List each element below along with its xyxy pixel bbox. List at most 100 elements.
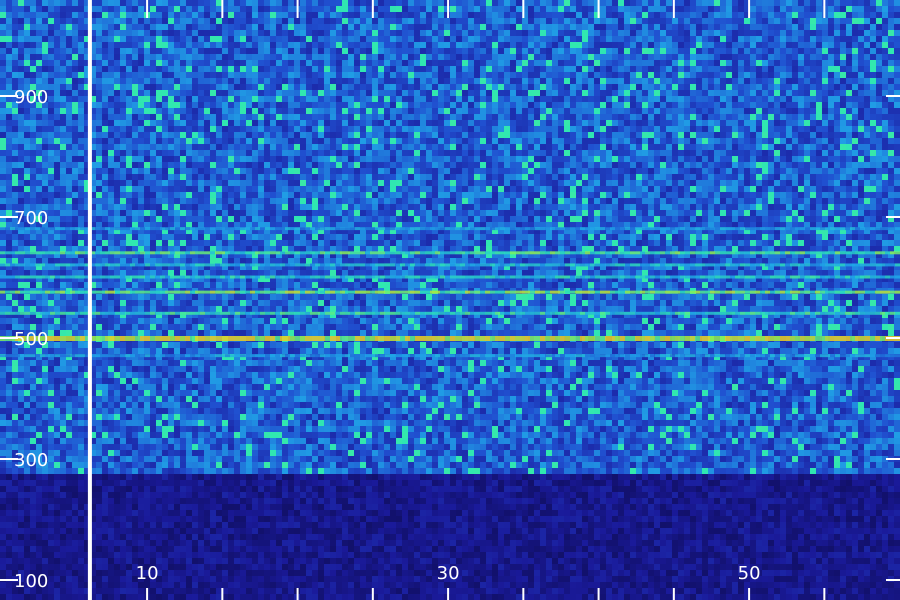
noise-cell bbox=[138, 90, 144, 96]
noise-cell bbox=[798, 30, 804, 36]
noise-cell bbox=[858, 90, 864, 96]
noise-cell bbox=[300, 102, 306, 108]
noise-cell bbox=[186, 0, 192, 6]
noise-cell bbox=[570, 156, 576, 162]
noise-cell bbox=[792, 108, 798, 114]
noise-cell bbox=[378, 168, 384, 174]
noise-cell bbox=[276, 24, 282, 30]
noise-cell bbox=[426, 108, 432, 114]
noise-cell bbox=[396, 114, 402, 120]
noise-cell bbox=[762, 132, 768, 138]
noise-cell bbox=[306, 48, 312, 54]
noise-cell bbox=[648, 114, 654, 120]
noise-cell bbox=[186, 54, 192, 60]
noise-cell bbox=[768, 30, 774, 36]
noise-cell bbox=[606, 192, 612, 198]
noise-cell bbox=[114, 180, 120, 186]
noise-cell bbox=[306, 6, 312, 12]
noise-cell bbox=[276, 48, 282, 54]
noise-cell bbox=[360, 54, 366, 60]
noise-cell bbox=[624, 96, 630, 102]
noise-cell bbox=[132, 180, 138, 186]
noise-cell bbox=[594, 168, 600, 174]
noise-cell bbox=[258, 186, 264, 192]
noise-cell bbox=[678, 150, 684, 156]
noise-cell bbox=[630, 78, 636, 84]
noise-cell bbox=[408, 96, 414, 102]
noise-cell bbox=[438, 150, 444, 156]
noise-cell bbox=[534, 54, 540, 60]
noise-cell bbox=[510, 12, 516, 18]
noise-cell bbox=[366, 114, 372, 120]
noise-cell bbox=[600, 90, 606, 96]
noise-cell bbox=[786, 54, 792, 60]
noise-cell bbox=[516, 24, 522, 30]
noise-cell bbox=[168, 162, 174, 168]
noise-cell bbox=[738, 30, 744, 36]
noise-cell bbox=[396, 96, 402, 102]
noise-cell bbox=[0, 162, 6, 168]
noise-cell bbox=[852, 18, 858, 24]
noise-cell bbox=[762, 78, 768, 84]
noise-cell bbox=[294, 126, 300, 132]
noise-cell bbox=[420, 156, 426, 162]
noise-cell bbox=[570, 54, 576, 60]
noise-cell bbox=[786, 90, 792, 96]
noise-cell bbox=[354, 144, 360, 150]
noise-cell bbox=[390, 180, 396, 186]
noise-cell bbox=[342, 168, 348, 174]
noise-cell bbox=[678, 108, 684, 114]
noise-cell bbox=[258, 126, 264, 132]
noise-cell bbox=[684, 186, 690, 192]
noise-cell bbox=[432, 0, 438, 6]
noise-cell bbox=[486, 144, 492, 150]
noise-cell bbox=[396, 108, 402, 114]
noise-cell bbox=[528, 42, 534, 48]
noise-cell bbox=[492, 186, 498, 192]
noise-cell bbox=[492, 144, 498, 150]
noise-cell bbox=[18, 108, 24, 114]
noise-cell bbox=[360, 6, 366, 12]
noise-cell bbox=[198, 132, 204, 138]
noise-cell bbox=[60, 108, 66, 114]
noise-cell bbox=[864, 36, 870, 42]
noise-cell bbox=[798, 150, 804, 156]
noise-cell bbox=[276, 150, 282, 156]
noise-cell bbox=[330, 192, 336, 198]
noise-cell bbox=[456, 192, 462, 198]
noise-cell bbox=[540, 162, 546, 168]
noise-cell bbox=[186, 48, 192, 54]
noise-cell bbox=[798, 162, 804, 168]
noise-cell bbox=[444, 102, 450, 108]
noise-cell bbox=[594, 48, 600, 54]
noise-cell bbox=[12, 108, 18, 114]
noise-cell bbox=[258, 54, 264, 60]
noise-cell bbox=[282, 72, 288, 78]
noise-cell bbox=[708, 108, 714, 114]
noise-cell bbox=[684, 6, 690, 12]
noise-cell bbox=[258, 168, 264, 174]
noise-cell bbox=[414, 60, 420, 66]
noise-cell bbox=[6, 54, 12, 60]
noise-cell bbox=[186, 96, 192, 102]
noise-cell bbox=[348, 72, 354, 78]
noise-cell bbox=[480, 192, 486, 198]
noise-cell bbox=[738, 54, 744, 60]
noise-cell bbox=[48, 66, 54, 72]
noise-cell bbox=[204, 102, 210, 108]
noise-cell bbox=[300, 18, 306, 24]
noise-cell bbox=[690, 192, 696, 198]
noise-cell bbox=[666, 48, 672, 54]
noise-cell bbox=[102, 72, 108, 78]
noise-cell bbox=[432, 6, 438, 12]
noise-cell bbox=[180, 60, 186, 66]
noise-cell bbox=[306, 132, 312, 138]
noise-cell bbox=[690, 162, 696, 168]
noise-cell bbox=[12, 12, 18, 18]
noise-cell bbox=[816, 0, 822, 6]
noise-cell bbox=[684, 36, 690, 42]
noise-cell bbox=[690, 48, 696, 54]
noise-cell bbox=[708, 180, 714, 186]
noise-cell bbox=[864, 174, 870, 180]
noise-cell bbox=[174, 120, 180, 126]
